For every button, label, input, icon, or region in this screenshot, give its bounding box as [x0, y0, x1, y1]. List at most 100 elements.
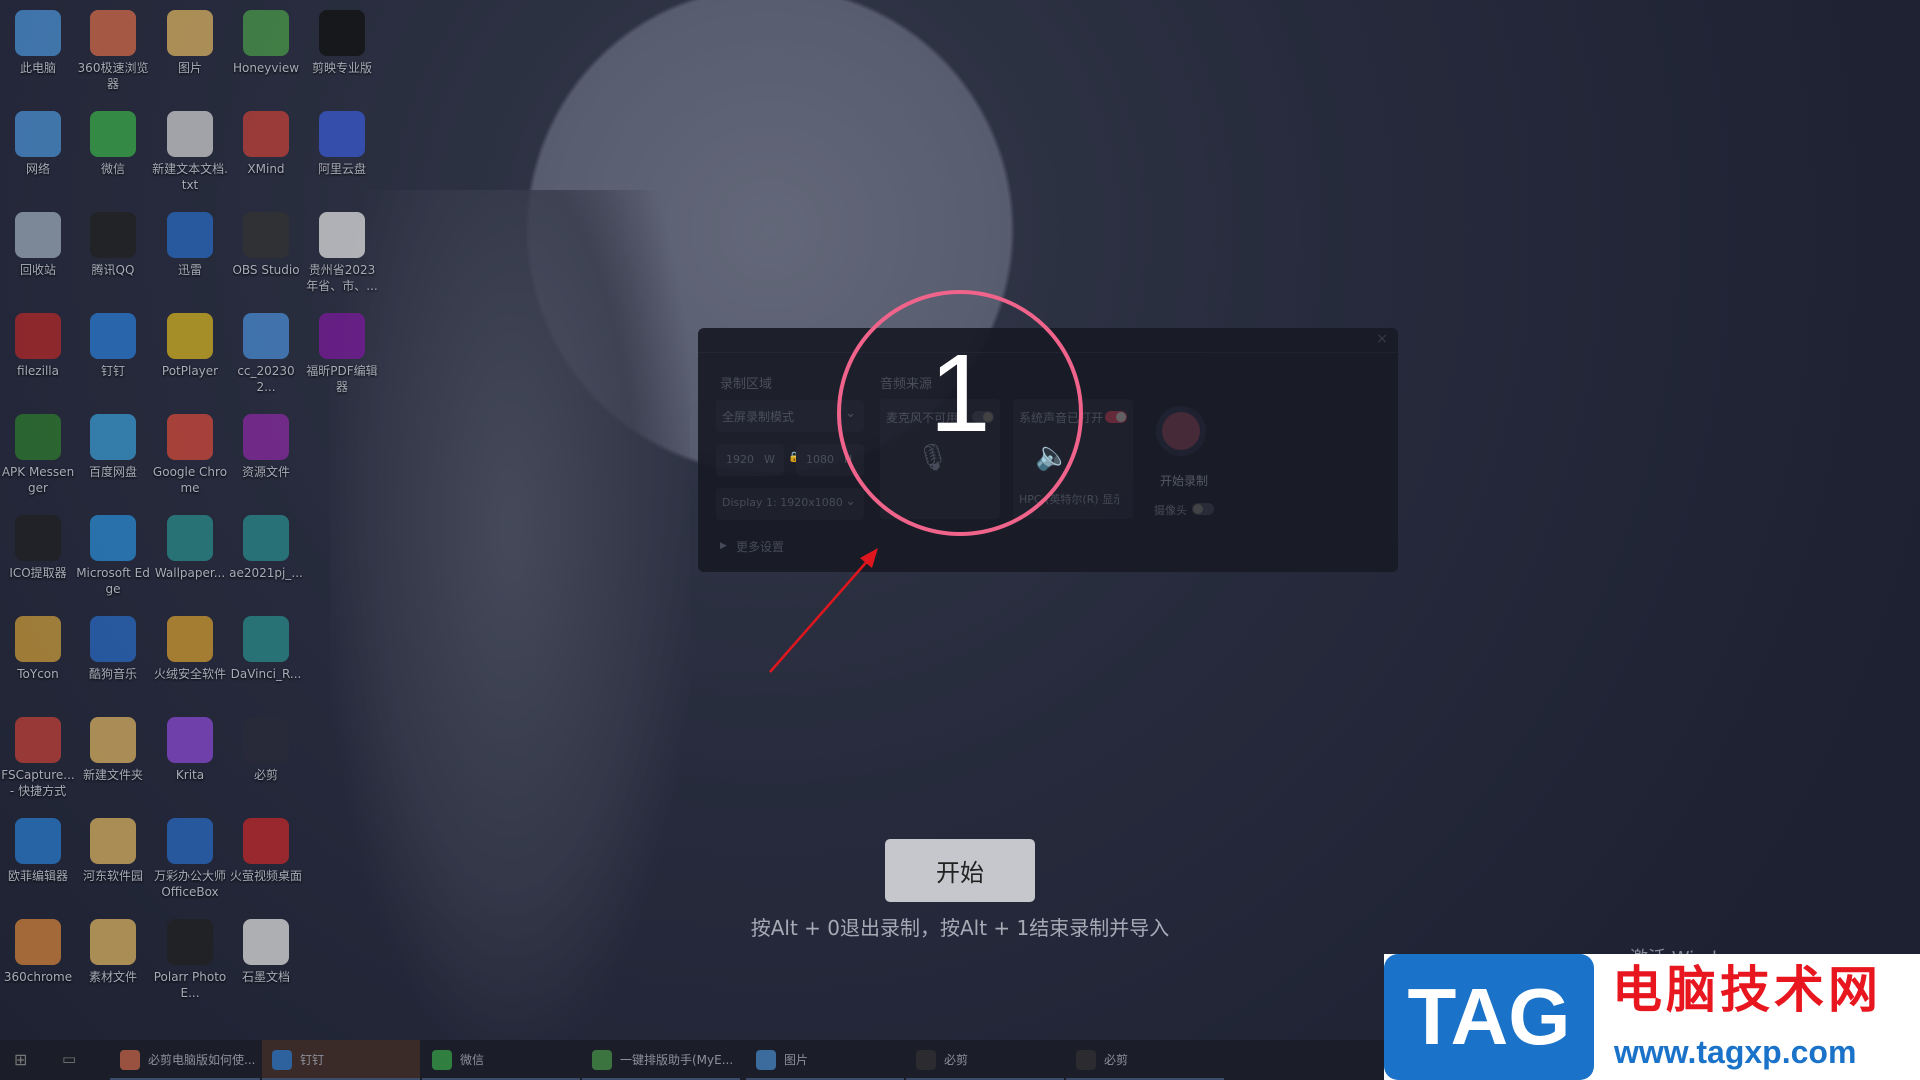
desktop-icon[interactable]: ae2021pj_... — [228, 515, 304, 581]
taskbar-app-icon — [756, 1050, 776, 1070]
desktop-icon[interactable]: 新建文本文档.txt — [152, 111, 228, 193]
desktop-icon-label: 百度网盘 — [88, 465, 137, 479]
desktop-icon-label: 资源文件 — [241, 465, 290, 479]
camera-toggle[interactable] — [1192, 503, 1214, 515]
app-icon — [243, 313, 289, 359]
chevron-down-icon: ⌄ — [845, 494, 856, 509]
countdown-number: 1 — [929, 332, 991, 455]
app-icon — [243, 919, 289, 965]
desktop-icon[interactable]: Honeyview — [228, 10, 304, 76]
desktop-icon[interactable]: Polarr Photo E... — [152, 919, 228, 1001]
app-icon — [90, 515, 136, 561]
desktop-icon[interactable]: XMind — [228, 111, 304, 177]
taskbar-app-icon — [916, 1050, 936, 1070]
app-icon — [15, 717, 61, 763]
desktop-icon[interactable]: Wallpaper... — [152, 515, 228, 581]
desktop-icon[interactable]: 剪映专业版 — [304, 10, 380, 76]
desktop-icon[interactable]: 福昕PDF编辑器 — [304, 313, 380, 395]
desktop-icon[interactable]: 新建文件夹 — [75, 717, 151, 783]
desktop-icon[interactable]: DaVinci_R... — [228, 616, 304, 682]
taskbar-app-icon — [120, 1050, 140, 1070]
desktop-icon[interactable]: 欧菲编辑器 — [0, 818, 76, 884]
desktop-icon[interactable]: 酷狗音乐 — [75, 616, 151, 682]
start-button[interactable]: 开始 — [885, 839, 1035, 902]
expand-triangle-icon[interactable]: ▶ — [720, 541, 727, 551]
taskbar-item[interactable]: 必剪 — [906, 1040, 1064, 1080]
system-sound-toggle[interactable] — [1105, 411, 1127, 423]
desktop-icon[interactable]: OBS Studio — [228, 212, 304, 278]
watermark-logo: TAG 电脑技术网 www.tagxp.com — [1384, 954, 1920, 1080]
desktop-icon[interactable]: 阿里云盘 — [304, 111, 380, 177]
desktop-icon[interactable]: 360极速浏览器 — [75, 10, 151, 92]
desktop-icon[interactable]: 资源文件 — [228, 414, 304, 480]
app-icon — [167, 212, 213, 258]
taskbar-item[interactable]: 微信 — [422, 1040, 580, 1080]
taskbar-item[interactable]: 一键排版助手(MyE... — [582, 1040, 740, 1080]
app-icon — [167, 616, 213, 662]
windows-start-icon[interactable]: ⊞ — [14, 1050, 27, 1069]
desktop-icon-label: ICO提取器 — [9, 566, 67, 580]
desktop-icon-label: 回收站 — [19, 263, 56, 277]
desktop-icon-label: 360极速浏览器 — [77, 61, 149, 91]
desktop-icon[interactable]: 必剪 — [228, 717, 304, 783]
desktop-icon[interactable]: ICO提取器 — [0, 515, 76, 581]
desktop-icon-label: ae2021pj_... — [229, 566, 303, 580]
desktop-icon[interactable]: 百度网盘 — [75, 414, 151, 480]
desktop-icon[interactable]: 贵州省2023年省、市、... — [304, 212, 380, 294]
desktop-icon[interactable]: FSCapture... - 快捷方式 — [0, 717, 76, 799]
taskbar-item[interactable]: 必剪电脑版如何使... — [110, 1040, 260, 1080]
app-icon — [15, 515, 61, 561]
desktop-icon[interactable]: 图片 — [152, 10, 228, 76]
desktop-icon[interactable]: Krita — [152, 717, 228, 783]
width-value: 1920 — [726, 453, 754, 466]
app-icon — [90, 717, 136, 763]
desktop-icon[interactable]: 河东软件园 — [75, 818, 151, 884]
desktop-icon[interactable]: 石墨文档 — [228, 919, 304, 985]
display-select[interactable]: Display 1: 1920x1080 @ 0,0⌄ — [716, 488, 864, 520]
desktop-icon[interactable]: APK Messenger — [0, 414, 76, 496]
desktop-icon[interactable]: 此电脑 — [0, 10, 76, 76]
desktop-icon-label: 酷狗音乐 — [88, 667, 137, 681]
taskbar-item[interactable]: 必剪 — [1066, 1040, 1224, 1080]
desktop-icon[interactable]: 钉钉 — [75, 313, 151, 379]
taskbar-item-label: 图片 — [784, 1053, 809, 1067]
desktop-icon[interactable]: Microsoft Edge — [75, 515, 151, 597]
desktop-icon[interactable]: cc_202302... — [228, 313, 304, 395]
desktop-icon[interactable]: 迅雷 — [152, 212, 228, 278]
app-icon — [15, 414, 61, 460]
taskbar-item-label: 一键排版助手(MyE... — [620, 1053, 734, 1067]
desktop-icon[interactable]: 回收站 — [0, 212, 76, 278]
close-icon[interactable]: × — [1376, 331, 1388, 347]
taskbar-app-icon — [272, 1050, 292, 1070]
task-view-icon[interactable]: ▭ — [62, 1050, 76, 1068]
desktop-icon[interactable]: PotPlayer — [152, 313, 228, 379]
desktop-icon[interactable]: ToYcon — [0, 616, 76, 682]
desktop-icon[interactable]: 微信 — [75, 111, 151, 177]
desktop-icon-label: DaVinci_R... — [230, 667, 302, 681]
desktop-icon-label: 素材文件 — [88, 970, 137, 984]
desktop-icon[interactable]: 腾讯QQ — [75, 212, 151, 278]
desktop-icon[interactable]: 万彩办公大师OfficeBox — [152, 818, 228, 900]
desktop-icon-label: 火绒安全软件 — [153, 667, 226, 681]
taskbar-item-label: 必剪电脑版如何使... — [148, 1053, 256, 1067]
desktop-icon[interactable]: 360chrome — [0, 919, 76, 985]
taskbar-item[interactable]: 钉钉 — [262, 1040, 420, 1080]
desktop-icon-label: 石墨文档 — [241, 970, 290, 984]
app-icon — [90, 212, 136, 258]
app-icon — [15, 111, 61, 157]
desktop-icon-label: APK Messenger — [1, 465, 75, 495]
taskbar-item[interactable]: 图片 — [746, 1040, 904, 1080]
desktop-icon[interactable]: 网络 — [0, 111, 76, 177]
desktop-icon-label: Wallpaper... — [154, 566, 226, 580]
app-icon — [15, 10, 61, 56]
start-record-button[interactable] — [1156, 406, 1206, 456]
desktop-icon[interactable]: Google Chrome — [152, 414, 228, 496]
width-input[interactable]: 1920 W — [716, 444, 784, 476]
desktop-icon-label: 欧菲编辑器 — [7, 869, 68, 883]
desktop-icon[interactable]: 火萤视频桌面 — [228, 818, 304, 884]
app-icon — [319, 111, 365, 157]
desktop-icon[interactable]: 火绒安全软件 — [152, 616, 228, 682]
desktop-icon[interactable]: 素材文件 — [75, 919, 151, 985]
desktop-icon-label: 此电脑 — [19, 61, 56, 75]
desktop-icon[interactable]: filezilla — [0, 313, 76, 379]
